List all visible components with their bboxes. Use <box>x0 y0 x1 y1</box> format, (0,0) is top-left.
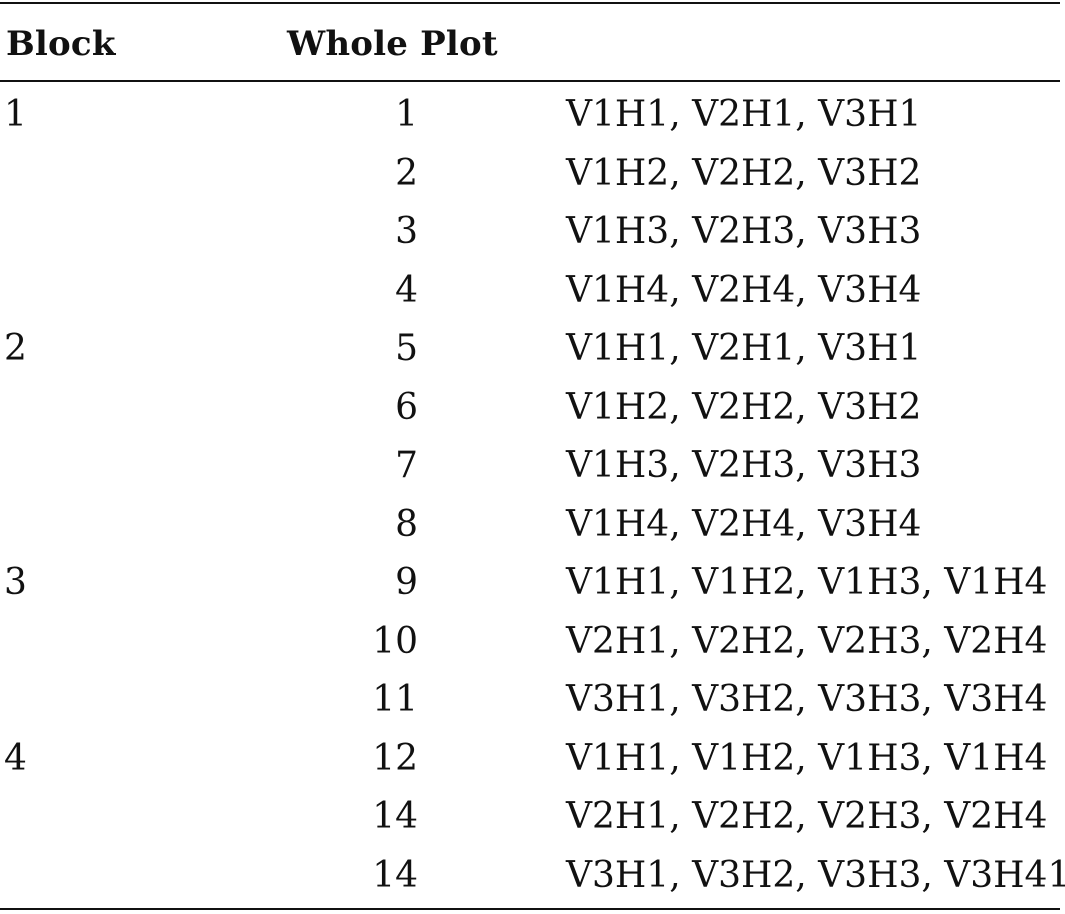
whole-plot-cell: 1 <box>395 94 418 135</box>
whole-plot-cell: 14 <box>372 796 418 837</box>
whole-plot-cell: 10 <box>372 620 418 662</box>
treatments-cell: V2H1, V2H2, V2H3, V2H4 <box>566 796 1048 837</box>
table-row: 8 V1H4, V2H4, V3H4 <box>0 496 1060 555</box>
whole-plot-cell: 3 <box>395 211 418 252</box>
whole-plot-cell: 2 <box>395 152 418 194</box>
block-cell: 2 <box>4 328 27 369</box>
treatments-cell: V1H3, V2H3, V3H3 <box>566 211 922 252</box>
table-row: 1 1 V1H1, V2H1, V3H1 <box>0 86 1060 145</box>
treatments-cell: V1H1, V2H1, V3H1 <box>566 94 922 135</box>
treatments-cell: V1H2, V2H2, V3H2 <box>566 386 922 428</box>
block-cell: 4 <box>4 737 27 779</box>
block-cell: 1 <box>4 94 27 135</box>
table-row: 4 12 V1H1, V1H2, V1H3, V1H4 <box>0 730 1060 789</box>
header-whole-plot: Whole Plot <box>287 24 498 64</box>
table-bottom-rule <box>0 908 1060 910</box>
treatments-cell: V3H1, V3H2, V3H3, V3H4 <box>566 679 1048 720</box>
treatments-cell: V2H1, V2H2, V2H3, V2H4 <box>566 620 1048 662</box>
table-top-rule <box>0 2 1060 4</box>
whole-plot-cell: 8 <box>395 503 418 545</box>
whole-plot-cell: 7 <box>395 445 418 486</box>
whole-plot-cell: 14 <box>372 854 418 896</box>
table-header-rule <box>0 80 1060 82</box>
treatments-cell: V1H3, V2H3, V3H3 <box>566 445 922 486</box>
treatments-cell: V1H4, V2H4, V3H4 <box>566 503 922 545</box>
whole-plot-cell: 6 <box>395 386 418 428</box>
whole-plot-cell: 12 <box>372 737 418 779</box>
table-row: 2 V1H2, V2H2, V3H2 <box>0 145 1060 204</box>
table-row: 7 V1H3, V2H3, V3H3 <box>0 437 1060 496</box>
treatments-cell: V1H1, V1H2, V1H3, V1H4 <box>566 562 1048 603</box>
table-body: 1 1 V1H1, V2H1, V3H1 2 V1H2, V2H2, V3H2 3 V1H3… <box>0 86 1065 906</box>
whole-plot-cell: 5 <box>395 328 418 369</box>
table-row: 3 V1H3, V2H3, V3H3 <box>0 203 1060 262</box>
table-row: 3 9 V1H1, V1H2, V1H3, V1H4 <box>0 554 1060 613</box>
block-cell: 3 <box>4 562 27 603</box>
table-row: 6 V1H2, V2H2, V3H2 <box>0 379 1060 438</box>
whole-plot-cell: 9 <box>395 562 418 603</box>
table-row: 14 V2H1, V2H2, V2H3, V2H4 <box>0 788 1060 847</box>
header-block: Block <box>6 24 116 64</box>
treatments-cell: V3H1, V3H2, V3H3, V3H41 <box>566 854 1065 896</box>
table-row: 11 V3H1, V3H2, V3H3, V3H4 <box>0 671 1060 730</box>
table-row: 4 V1H4, V2H4, V3H4 <box>0 262 1060 321</box>
treatments-cell: V1H4, V2H4, V3H4 <box>566 269 922 311</box>
treatments-cell: V1H1, V2H1, V3H1 <box>566 328 922 369</box>
whole-plot-cell: 4 <box>395 269 418 311</box>
treatments-cell: V1H2, V2H2, V3H2 <box>566 152 922 194</box>
table-row: 14 V3H1, V3H2, V3H3, V3H41 <box>0 847 1065 906</box>
treatments-cell: V1H1, V1H2, V1H3, V1H4 <box>566 737 1048 779</box>
table-row: 2 5 V1H1, V2H1, V3H1 <box>0 320 1060 379</box>
whole-plot-cell: 11 <box>372 679 418 720</box>
table-row: 10 V2H1, V2H2, V2H3, V2H4 <box>0 613 1060 672</box>
